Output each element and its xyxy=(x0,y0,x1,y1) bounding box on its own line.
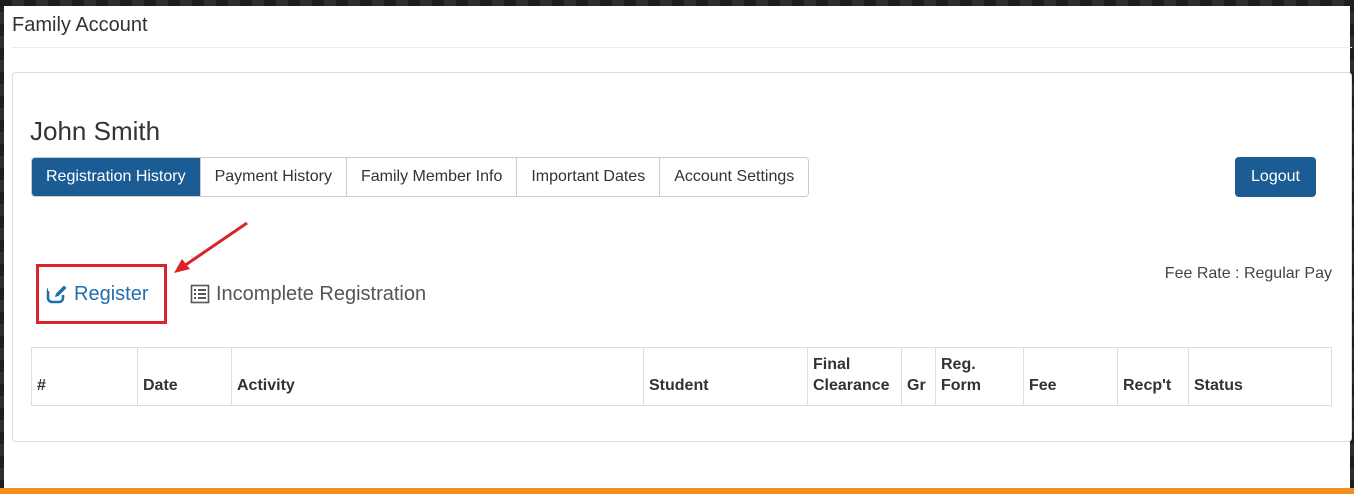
fee-rate-text: Fee Rate : Regular Pay xyxy=(1164,265,1332,282)
window-border-top xyxy=(0,0,1354,6)
page-title: Family Account xyxy=(12,14,148,36)
title-divider xyxy=(12,47,1352,48)
list-icon xyxy=(190,284,210,304)
column-header-activity[interactable]: Activity xyxy=(231,347,644,406)
column-header-number[interactable]: # xyxy=(31,347,138,406)
tab-important-dates[interactable]: Important Dates xyxy=(516,158,660,196)
column-header-final-clearance[interactable]: Final Clearance xyxy=(807,347,902,406)
account-holder-name: John Smith xyxy=(30,116,161,146)
tab-registration-history[interactable]: Registration History xyxy=(32,158,200,196)
incomplete-registration-label: Incomplete Registration xyxy=(216,282,427,305)
column-header-grade[interactable]: Gr xyxy=(901,347,936,406)
register-label: Register xyxy=(74,282,149,305)
annotation-arrow xyxy=(174,221,248,273)
tab-payment-history[interactable]: Payment History xyxy=(199,158,346,196)
footer-accent-bar xyxy=(0,488,1354,494)
tab-account-settings[interactable]: Account Settings xyxy=(659,158,809,196)
column-header-status[interactable]: Status xyxy=(1188,347,1332,406)
account-tabs: Registration History Payment History Fam… xyxy=(31,157,810,197)
registration-history-table: # Date Activity Student Final Clearance G… xyxy=(31,347,1332,406)
column-header-fee[interactable]: Fee xyxy=(1023,347,1118,406)
register-link[interactable]: Register xyxy=(46,280,148,308)
column-header-reg-form[interactable]: Reg. Form xyxy=(935,347,1024,406)
column-header-receipt[interactable]: Recp't xyxy=(1117,347,1189,406)
logout-button[interactable]: Logout xyxy=(1235,157,1316,197)
edit-icon xyxy=(46,283,68,304)
tab-family-member-info[interactable]: Family Member Info xyxy=(345,158,517,196)
column-header-date[interactable]: Date xyxy=(137,347,232,406)
column-header-student[interactable]: Student xyxy=(643,347,808,406)
window-border-left xyxy=(0,0,4,494)
incomplete-registration-link[interactable]: Incomplete Registration xyxy=(190,280,426,308)
table-header-row: # Date Activity Student Final Clearance G… xyxy=(31,347,1332,406)
